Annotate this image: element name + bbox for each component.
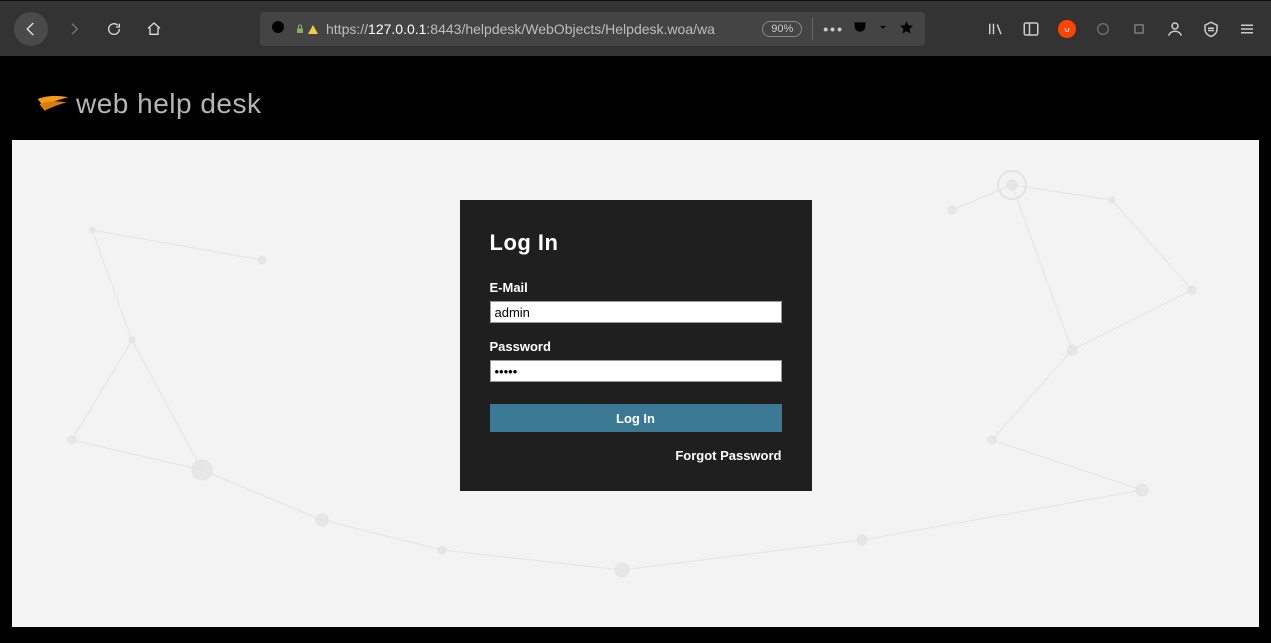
login-title: Log In bbox=[490, 230, 782, 256]
brand-name: web help desk bbox=[76, 88, 262, 120]
toolbar-right bbox=[985, 19, 1257, 39]
content-area: Log In E-Mail Password Log In Forgot Pas… bbox=[12, 140, 1259, 627]
brand-bar: web help desk bbox=[12, 68, 1259, 140]
zoom-indicator[interactable]: 90% bbox=[762, 21, 802, 37]
home-button[interactable] bbox=[140, 15, 168, 43]
footer-bar bbox=[12, 627, 1259, 637]
extension-reddit-icon[interactable] bbox=[1057, 19, 1077, 39]
brand-logo: web help desk bbox=[36, 88, 262, 120]
brand-swoosh-icon bbox=[36, 92, 70, 116]
password-label: Password bbox=[490, 339, 782, 354]
extension-icon-1[interactable] bbox=[1093, 19, 1113, 39]
forward-button[interactable] bbox=[60, 15, 88, 43]
login-submit-button[interactable]: Log In bbox=[490, 404, 782, 432]
extension-icon-2[interactable] bbox=[1129, 19, 1149, 39]
library-icon[interactable] bbox=[985, 19, 1005, 39]
email-input[interactable] bbox=[490, 301, 782, 323]
email-field-group: E-Mail bbox=[490, 280, 782, 323]
profile-icon[interactable] bbox=[1165, 19, 1185, 39]
page: web help desk Log bbox=[0, 56, 1271, 643]
hamburger-menu-icon[interactable] bbox=[1237, 19, 1257, 39]
bookmark-star-icon[interactable] bbox=[898, 19, 915, 39]
address-bar[interactable]: https://127.0.0.1:8443/helpdesk/WebObjec… bbox=[260, 12, 925, 46]
overflow-icon[interactable] bbox=[1201, 19, 1221, 39]
page-actions-icon[interactable]: ••• bbox=[823, 21, 844, 37]
back-button[interactable] bbox=[14, 12, 48, 46]
forgot-password-link[interactable]: Forgot Password bbox=[490, 448, 782, 463]
reload-button[interactable] bbox=[100, 15, 128, 43]
password-input[interactable] bbox=[490, 360, 782, 382]
url-text: https://127.0.0.1:8443/helpdesk/WebObjec… bbox=[326, 21, 754, 37]
sidebar-icon[interactable] bbox=[1021, 19, 1041, 39]
site-info-icon[interactable] bbox=[270, 19, 286, 38]
browser-toolbar: https://127.0.0.1:8443/helpdesk/WebObjec… bbox=[0, 0, 1271, 56]
password-field-group: Password bbox=[490, 339, 782, 382]
login-card: Log In E-Mail Password Log In Forgot Pas… bbox=[460, 200, 812, 491]
pocket-icon[interactable] bbox=[852, 19, 868, 38]
email-label: E-Mail bbox=[490, 280, 782, 295]
download-icon[interactable] bbox=[876, 19, 890, 38]
nav-buttons bbox=[14, 12, 168, 46]
lock-warning-icon[interactable] bbox=[294, 22, 318, 36]
